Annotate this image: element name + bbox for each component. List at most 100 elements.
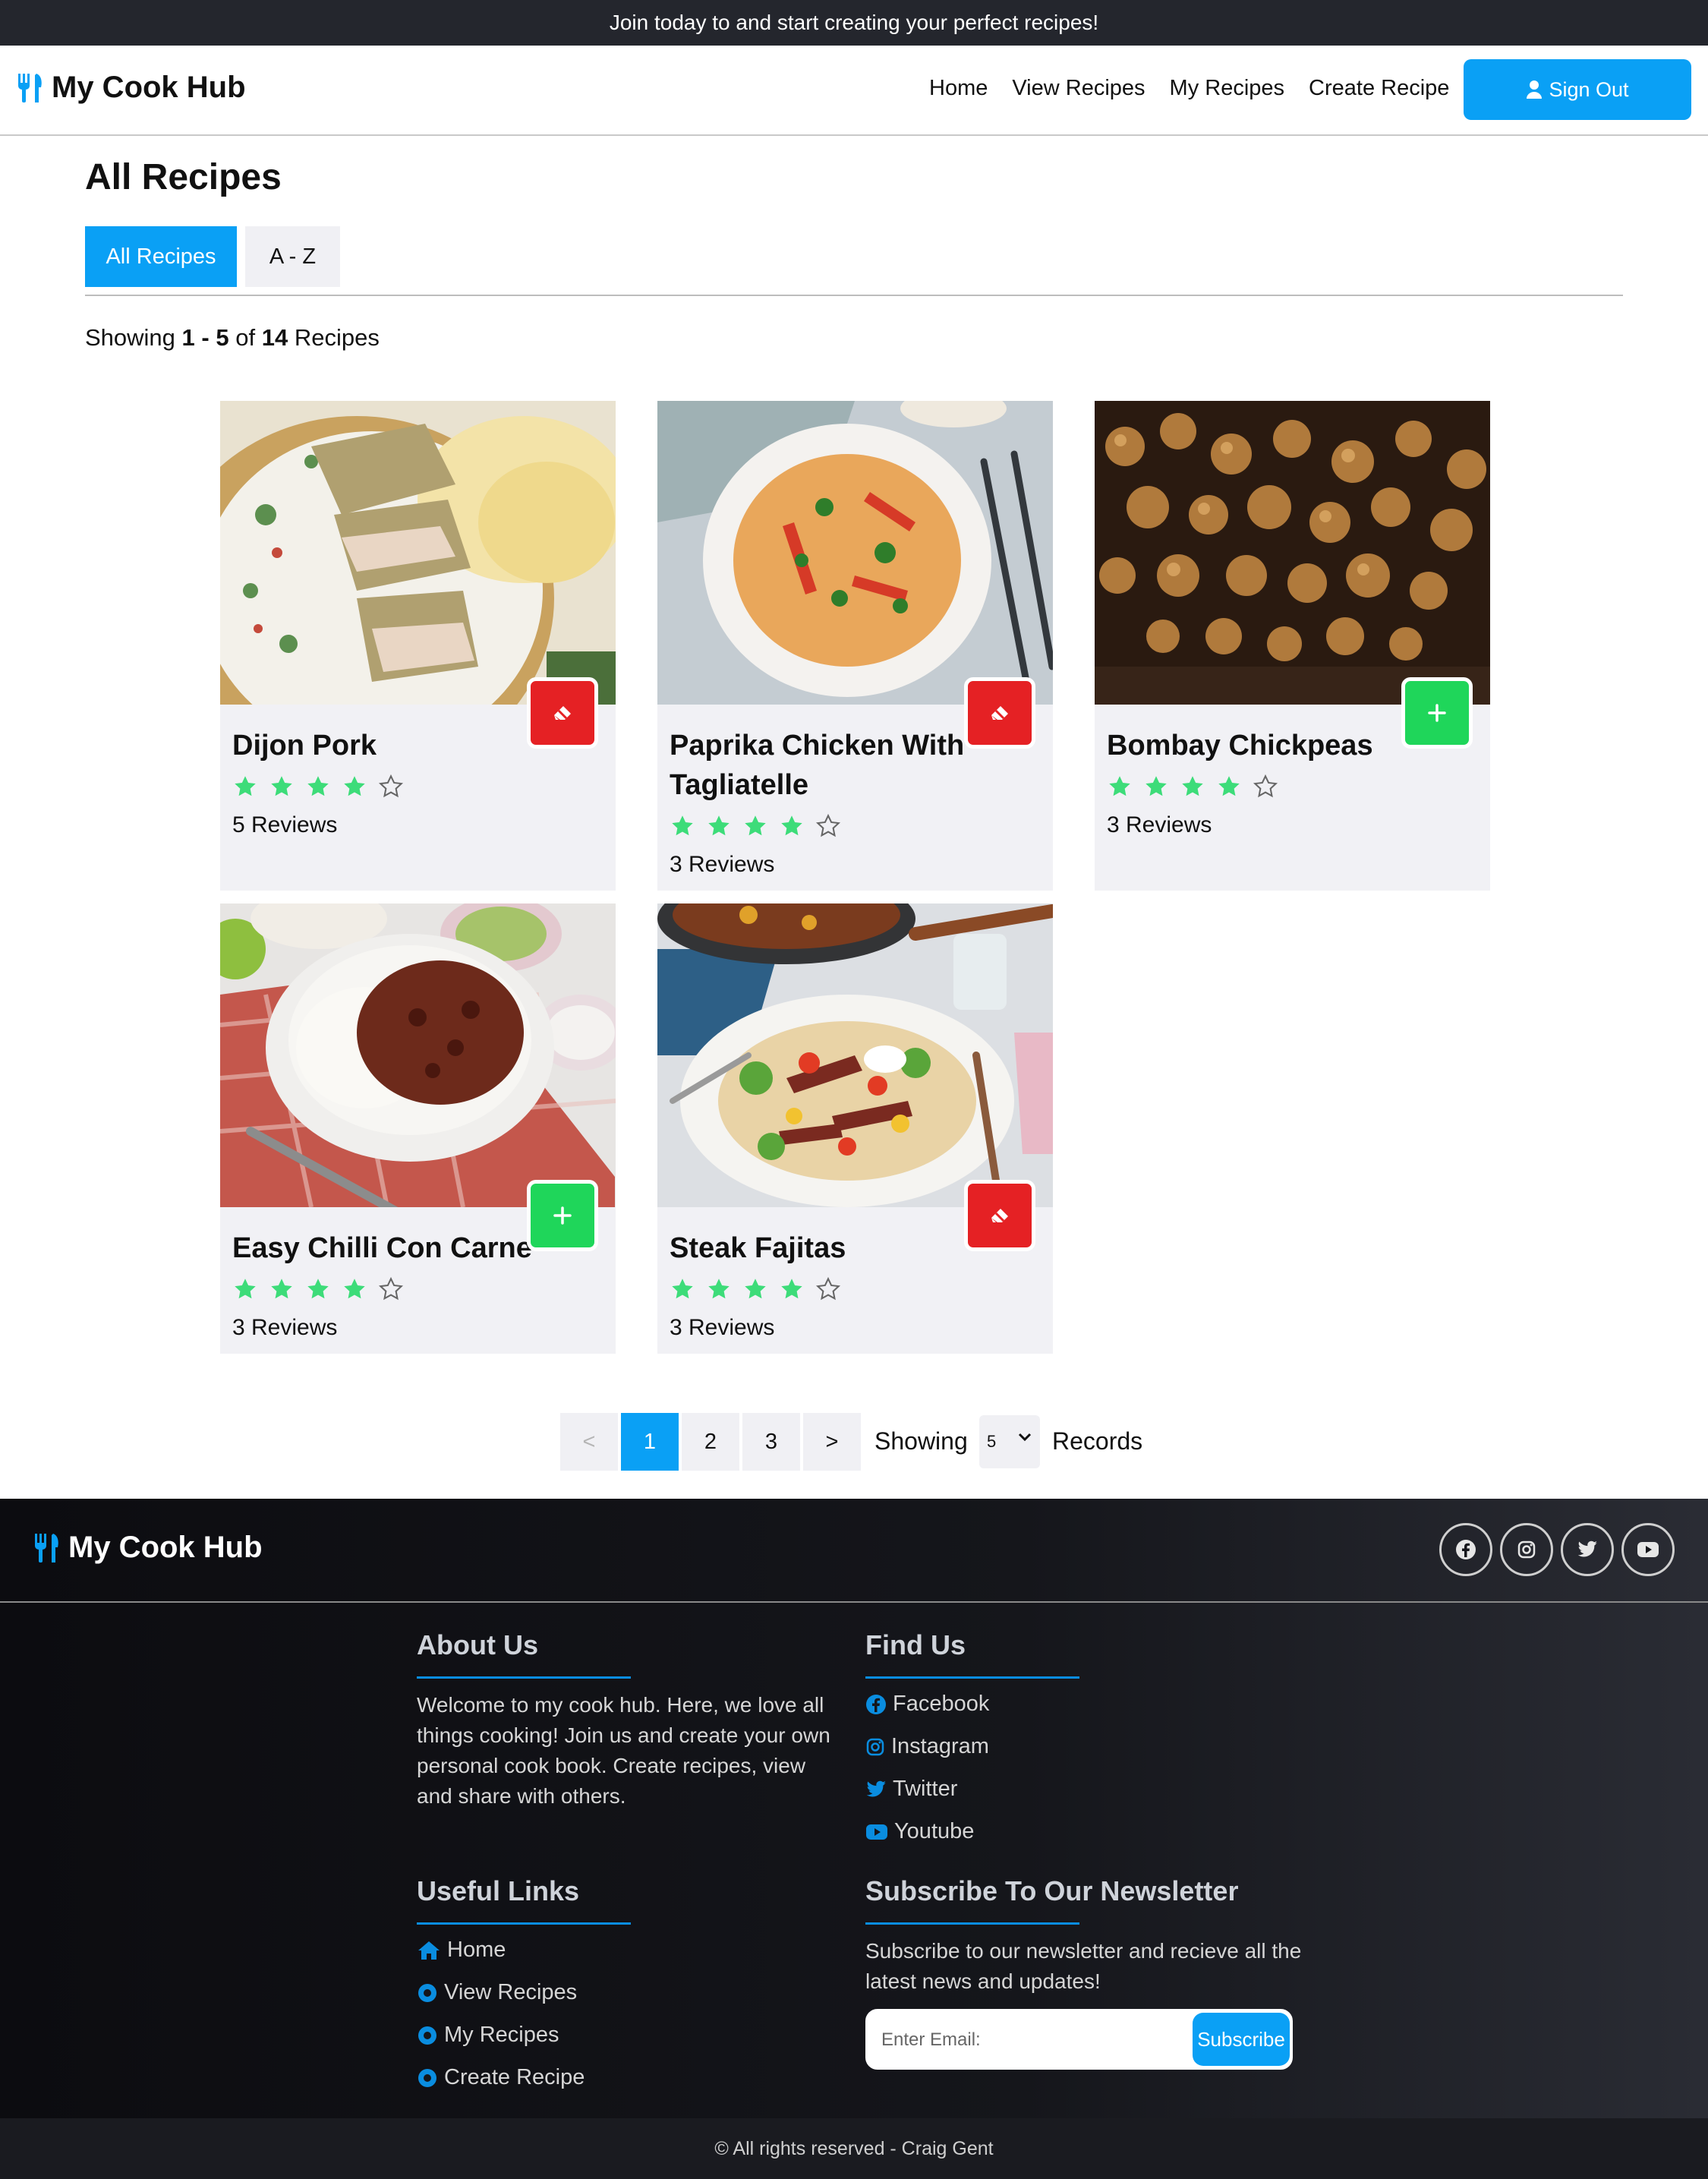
- recipe-card[interactable]: Paprika Chicken With Tagliatelle 3 Revie…: [657, 401, 1053, 891]
- twitter-icon: [1577, 1540, 1597, 1557]
- useful-links-heading: Useful Links: [417, 1875, 580, 1906]
- star-empty-icon: [378, 774, 404, 803]
- nav-home[interactable]: Home: [929, 76, 988, 101]
- remove-recipe-button[interactable]: [964, 1180, 1035, 1251]
- nav-view-recipes[interactable]: View Recipes: [1012, 76, 1145, 101]
- circle-dot-icon: [418, 1983, 436, 2002]
- recipe-card[interactable]: Dijon Pork 5 Reviews: [220, 401, 616, 891]
- pagination-page-2[interactable]: 2: [682, 1413, 739, 1471]
- social-twitter[interactable]: [1561, 1523, 1614, 1576]
- newsletter-form: Enter Email: Subscribe: [865, 2009, 1293, 2070]
- showing-dash: -: [201, 324, 210, 351]
- recipe-card[interactable]: Easy Chilli Con Carne 3 Reviews: [220, 903, 616, 1354]
- star-filled-icon: [342, 774, 367, 803]
- footer-brand[interactable]: My Cook Hub: [33, 1531, 263, 1565]
- footer-brand-name: My Cook Hub: [68, 1531, 263, 1564]
- sign-out-button[interactable]: Sign Out: [1464, 59, 1691, 120]
- recipe-card[interactable]: Steak Fajitas 3 Reviews: [657, 903, 1053, 1354]
- review-count: 5 Reviews: [232, 812, 338, 837]
- useful-link-view-recipes-label: View Recipes: [444, 1980, 578, 2004]
- pagination-next[interactable]: >: [803, 1413, 861, 1471]
- social-instagram[interactable]: [1500, 1523, 1553, 1576]
- star-filled-icon: [1107, 774, 1133, 803]
- useful-link-my-recipes[interactable]: My Recipes: [417, 2023, 559, 2048]
- star-filled-icon: [742, 1277, 768, 1305]
- star-filled-icon: [1143, 774, 1169, 803]
- plus-icon: [1428, 704, 1446, 722]
- review-count: 3 Reviews: [232, 1315, 338, 1340]
- about-heading: About Us: [417, 1629, 538, 1660]
- records-per-page-value: 5: [987, 1432, 997, 1451]
- find-us-twitter[interactable]: Twitter: [865, 1777, 957, 1802]
- youtube-icon: [1637, 1542, 1659, 1557]
- showing-prefix: Showing: [85, 324, 175, 351]
- footer: My Cook Hub About Us Welcome to my cook …: [0, 1499, 1708, 2179]
- records-label: Records: [1052, 1427, 1143, 1455]
- useful-link-view-recipes[interactable]: View Recipes: [417, 1980, 577, 2005]
- pagination-prev[interactable]: <: [560, 1413, 618, 1471]
- recipe-card[interactable]: Bombay Chickpeas 3 Reviews: [1095, 401, 1490, 891]
- subscribe-button[interactable]: Subscribe: [1193, 2013, 1290, 2066]
- recipe-title[interactable]: Dijon Pork: [232, 726, 536, 765]
- remove-recipe-button[interactable]: [527, 677, 598, 749]
- recipe-image[interactable]: [1095, 401, 1490, 705]
- recipe-title[interactable]: Steak Fajitas: [670, 1228, 973, 1268]
- tab-all-recipes[interactable]: All Recipes: [85, 226, 237, 287]
- find-us-youtube[interactable]: Youtube: [865, 1819, 974, 1844]
- add-recipe-button[interactable]: [1401, 677, 1473, 749]
- copyright: © All rights reserved - Craig Gent: [0, 2118, 1708, 2179]
- recipe-image[interactable]: [220, 401, 616, 705]
- recipe-title[interactable]: Paprika Chicken With Tagliatelle: [670, 726, 973, 805]
- brand-logo[interactable]: My Cook Hub: [17, 71, 246, 105]
- remove-recipe-button[interactable]: [964, 677, 1035, 749]
- pagination-page-1[interactable]: 1: [621, 1413, 679, 1471]
- records-per-page-select[interactable]: 5: [979, 1415, 1040, 1468]
- find-us-instagram-label: Instagram: [891, 1734, 989, 1758]
- find-us-instagram[interactable]: Instagram: [865, 1734, 989, 1759]
- nav-create-recipe[interactable]: Create Recipe: [1309, 76, 1449, 101]
- nav-links: Home View Recipes My Recipes Create Reci…: [929, 76, 1449, 101]
- useful-link-home[interactable]: Home: [417, 1938, 506, 1963]
- recipe-image[interactable]: [657, 903, 1053, 1207]
- nav-my-recipes[interactable]: My Recipes: [1170, 76, 1285, 101]
- recipe-image[interactable]: [657, 401, 1053, 705]
- star-filled-icon: [706, 1277, 732, 1305]
- review-count: 3 Reviews: [670, 852, 775, 877]
- facebook-icon: [866, 1694, 886, 1714]
- social-facebook[interactable]: [1439, 1523, 1492, 1576]
- add-recipe-button[interactable]: [527, 1180, 598, 1251]
- instagram-icon: [1517, 1540, 1536, 1559]
- star-filled-icon: [779, 814, 805, 842]
- star-filled-icon: [1216, 774, 1242, 803]
- star-filled-icon: [305, 774, 331, 803]
- circle-dot-icon: [418, 2026, 436, 2045]
- star-filled-icon: [706, 814, 732, 842]
- youtube-icon: [866, 1824, 887, 1840]
- email-input[interactable]: Enter Email:: [881, 2029, 981, 2051]
- star-filled-icon: [305, 1277, 331, 1305]
- find-us-facebook[interactable]: Facebook: [865, 1692, 989, 1717]
- useful-link-create-recipe-label: Create Recipe: [444, 2065, 585, 2089]
- find-us-facebook-label: Facebook: [893, 1692, 990, 1716]
- eraser-icon: [991, 1209, 1008, 1222]
- pagination-page-3[interactable]: 3: [742, 1413, 800, 1471]
- plus-icon: [553, 1206, 572, 1225]
- circle-dot-icon: [418, 2068, 436, 2087]
- user-icon: [1527, 80, 1543, 99]
- recipe-title[interactable]: Easy Chilli Con Carne: [232, 1228, 536, 1268]
- star-filled-icon: [670, 1277, 695, 1305]
- showing-to: 5: [216, 324, 229, 351]
- useful-link-my-recipes-label: My Recipes: [444, 2023, 559, 2047]
- announcement-bar: Join today to and start creating your pe…: [0, 0, 1708, 46]
- social-youtube[interactable]: [1621, 1523, 1675, 1576]
- about-underline: [417, 1676, 631, 1679]
- recipe-title[interactable]: Bombay Chickpeas: [1107, 726, 1410, 765]
- useful-links-underline: [417, 1922, 631, 1925]
- navbar: My Cook Hub Home View Recipes My Recipes…: [0, 46, 1708, 136]
- useful-link-create-recipe[interactable]: Create Recipe: [417, 2065, 585, 2090]
- twitter-icon: [866, 1780, 886, 1796]
- star-filled-icon: [342, 1277, 367, 1305]
- recipe-image[interactable]: [220, 903, 616, 1207]
- instagram-icon: [866, 1738, 884, 1755]
- tab-a-z[interactable]: A - Z: [245, 226, 340, 287]
